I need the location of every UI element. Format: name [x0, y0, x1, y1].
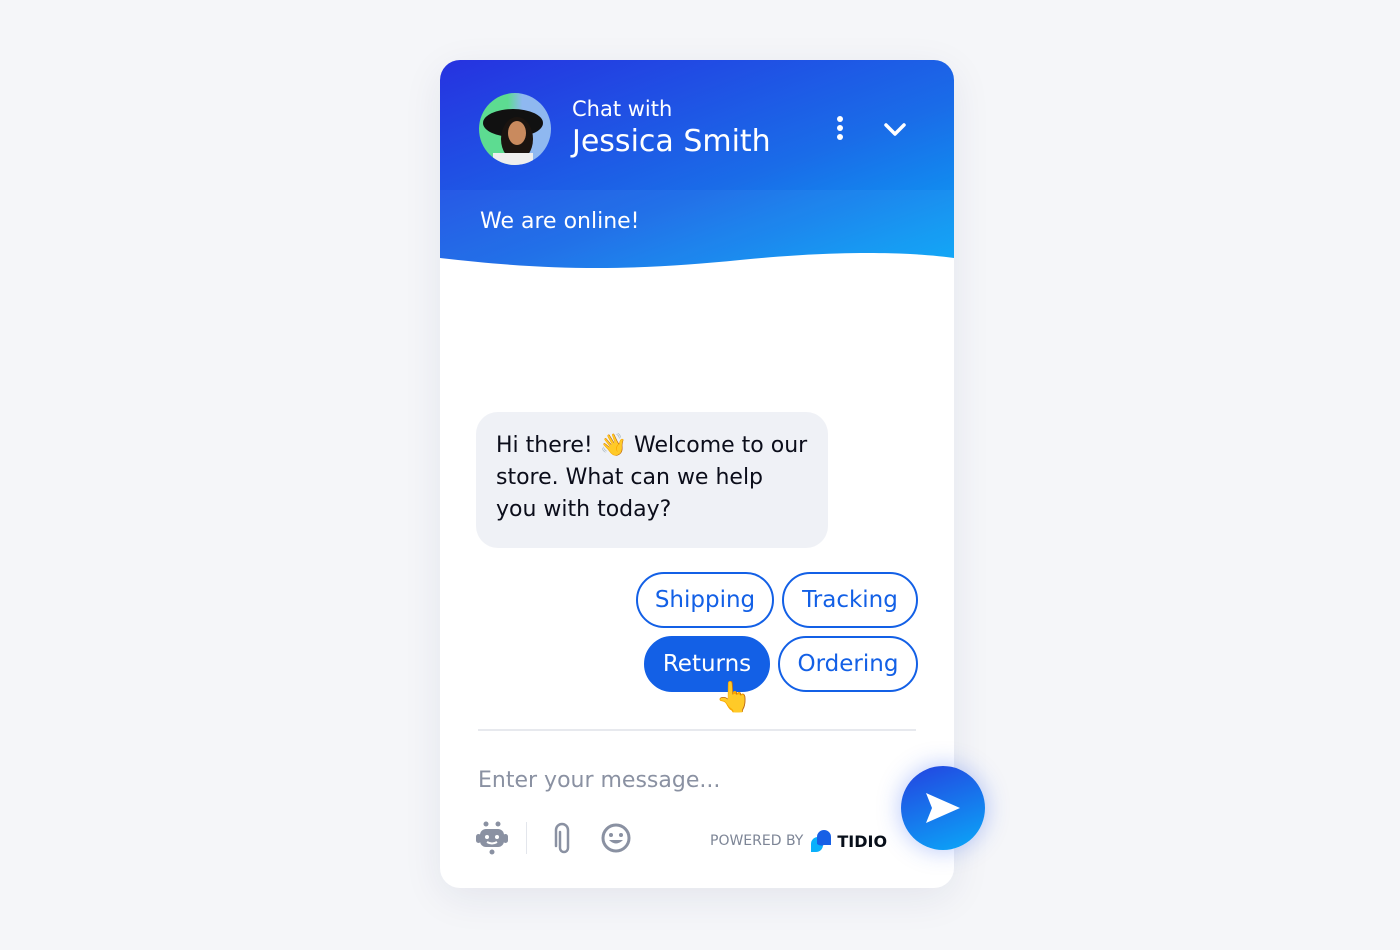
quick-reply-ordering[interactable]: Ordering: [778, 636, 918, 692]
message-input[interactable]: [478, 760, 878, 800]
more-vertical-icon: [828, 116, 852, 140]
powered-by[interactable]: POWERED BY TIDIO: [710, 830, 887, 852]
send-icon: [926, 793, 960, 823]
avatar: [479, 93, 551, 165]
chat-widget: Chat with Jessica Smith We are online! H…: [440, 60, 954, 888]
send-button[interactable]: [901, 766, 985, 850]
quick-reply-tracking[interactable]: Tracking: [782, 572, 918, 628]
header-subtitle: Chat with: [572, 97, 673, 121]
attach-button[interactable]: [544, 820, 580, 856]
agent-message: Hi there! 👋 Welcome to our store. What c…: [476, 412, 828, 548]
chevron-down-icon: [884, 123, 906, 136]
header-wave: [440, 253, 954, 340]
paperclip-icon: [554, 822, 570, 854]
tidio-logo: [811, 830, 832, 852]
more-options-button[interactable]: [828, 114, 852, 144]
online-status: We are online!: [480, 209, 640, 234]
bot-icon: [476, 821, 508, 855]
emoji-button[interactable]: [598, 820, 634, 856]
minimize-button[interactable]: [880, 115, 910, 145]
emoji-icon: [601, 823, 631, 853]
tidio-brand: TIDIO: [837, 831, 888, 851]
toolbar-separator: [526, 822, 527, 854]
composer-divider: [478, 729, 916, 731]
quick-reply-shipping[interactable]: Shipping: [636, 572, 774, 628]
powered-by-label: POWERED BY: [710, 833, 804, 849]
bot-button[interactable]: [474, 820, 510, 856]
hand-cursor-icon: 👆: [715, 680, 753, 715]
agent-name: Jessica Smith: [572, 124, 771, 159]
